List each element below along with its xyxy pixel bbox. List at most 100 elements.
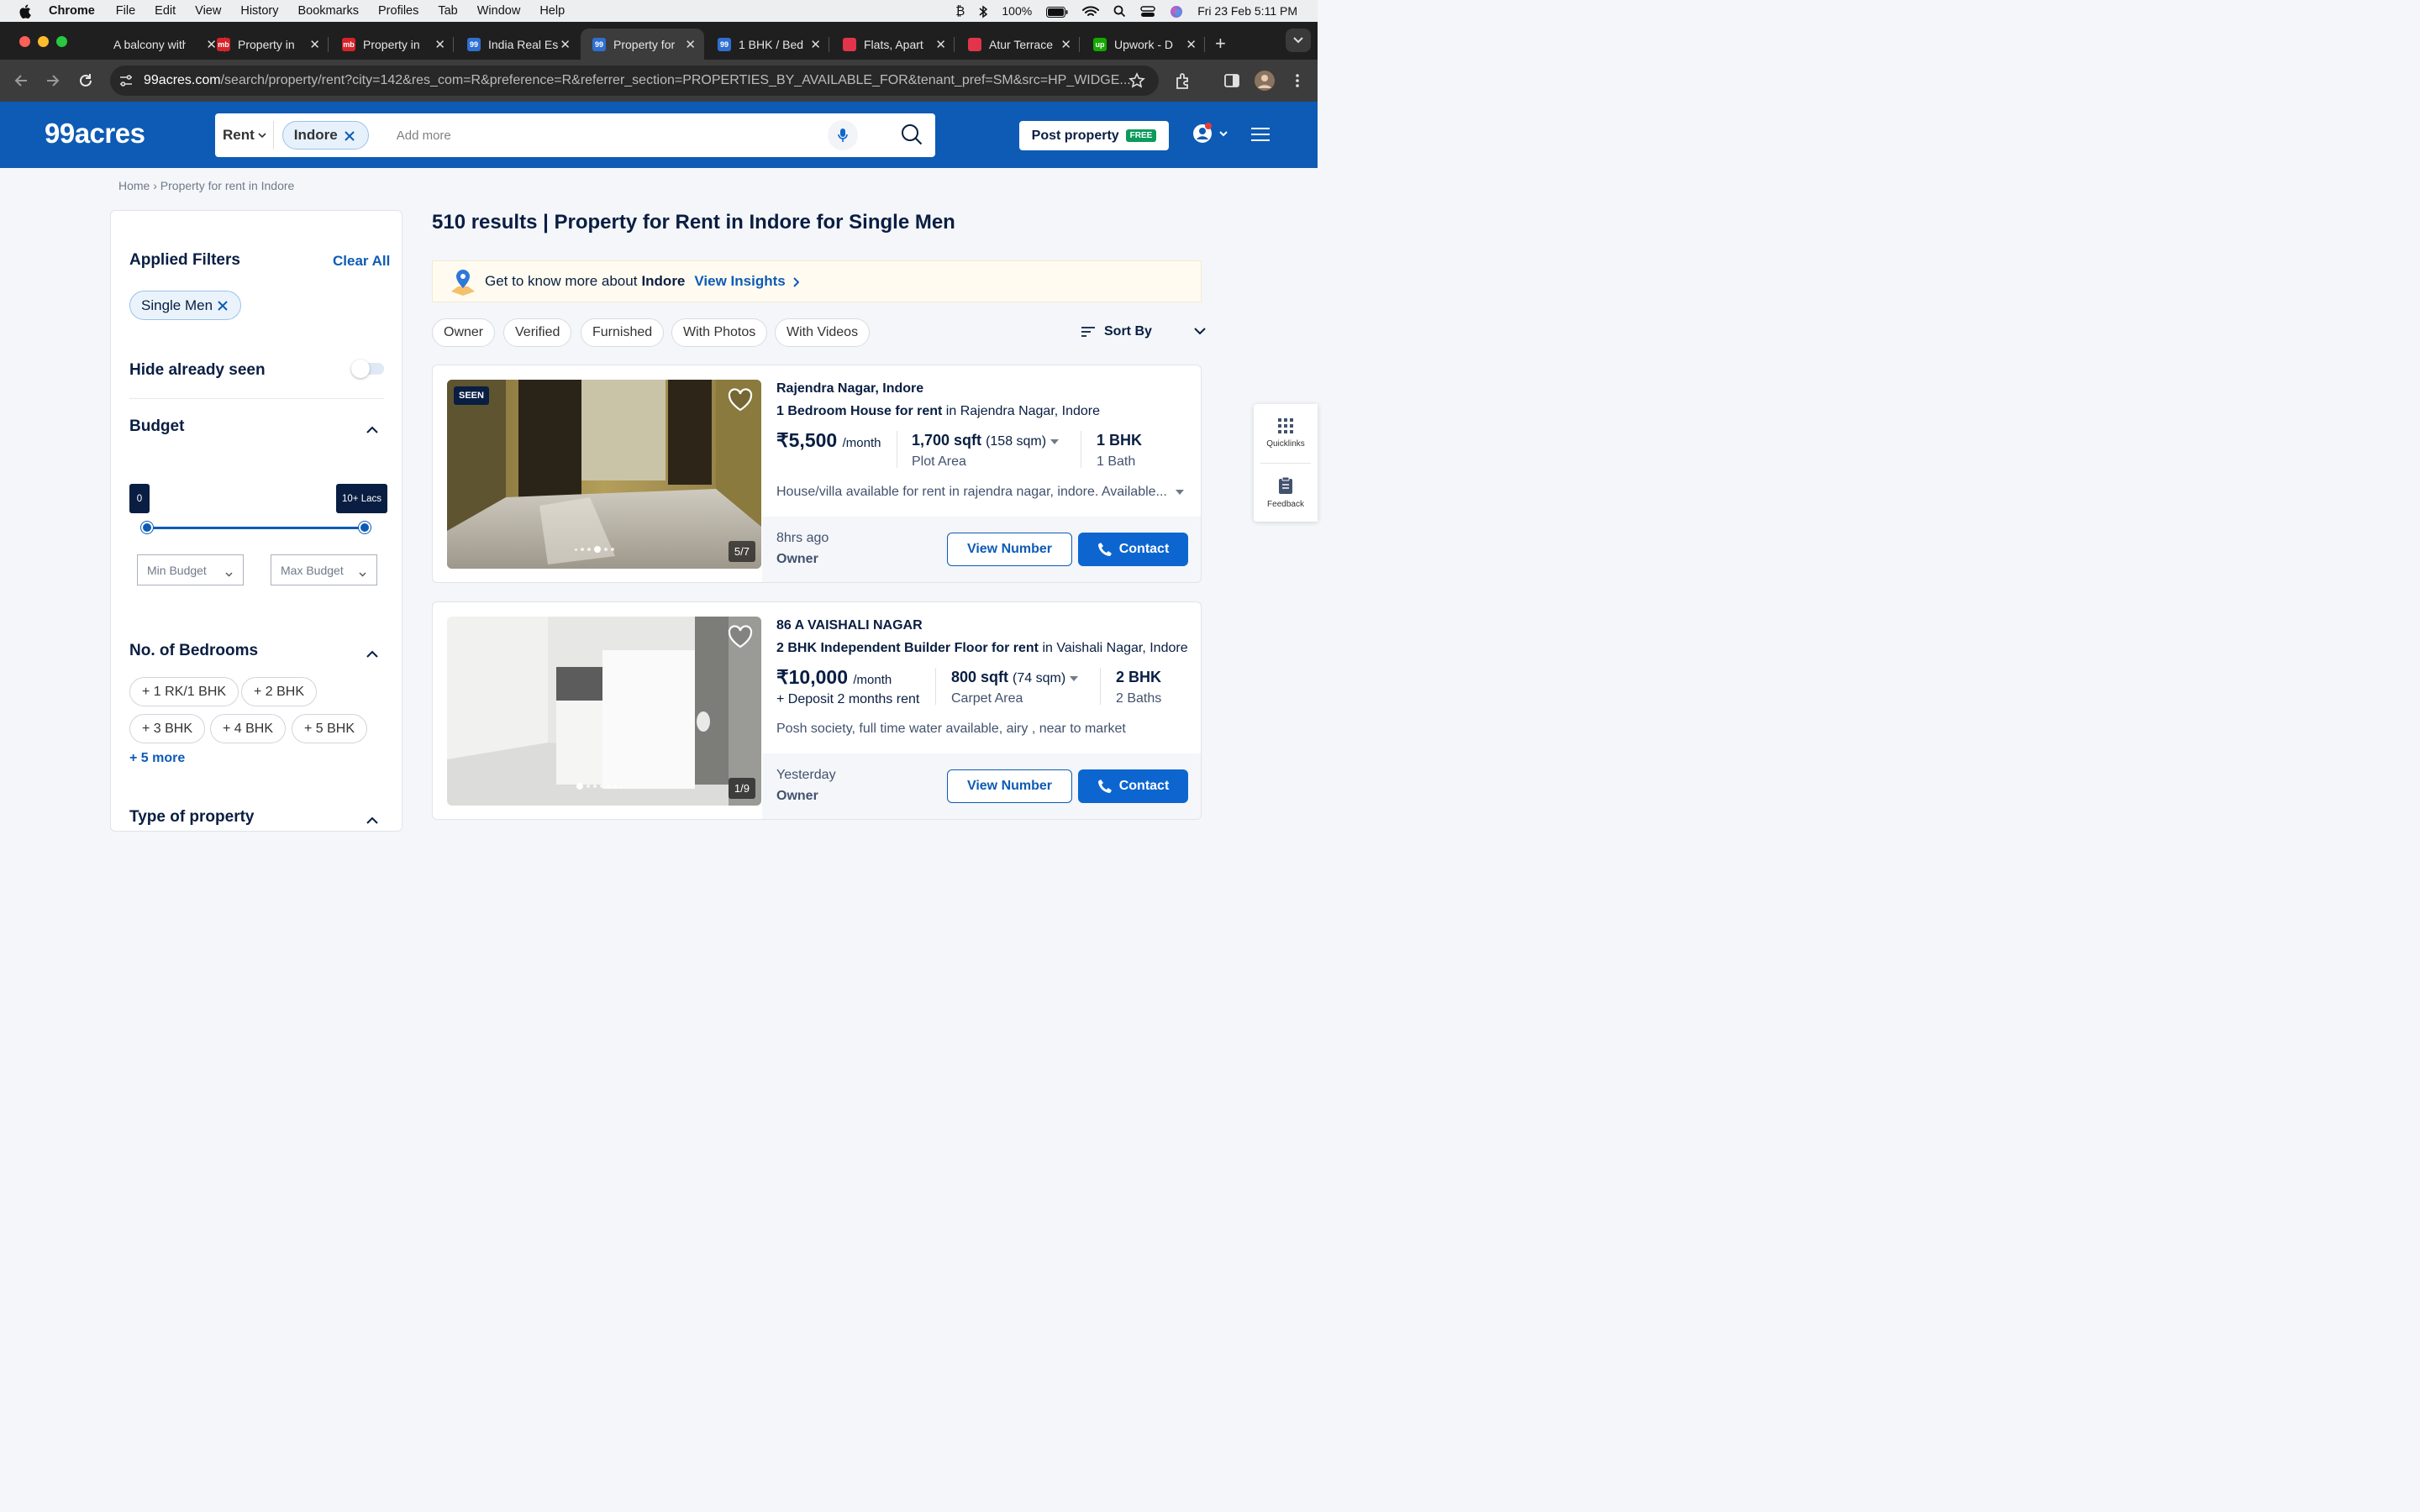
site-settings-icon[interactable] (118, 73, 134, 92)
tab-close-icon[interactable]: ✕ (1060, 37, 1071, 52)
browser-tab[interactable]: mb Property in ✕ (330, 29, 454, 60)
menu-help[interactable]: Help (539, 4, 565, 18)
chevron-right-icon[interactable] (793, 273, 799, 290)
caret-down-icon[interactable] (1070, 671, 1079, 685)
extensions-icon[interactable] (1174, 72, 1192, 95)
microphone-icon[interactable] (828, 120, 858, 150)
menu-tab[interactable]: Tab (438, 4, 457, 18)
chevron-up-icon[interactable] (366, 423, 378, 438)
more-bedrooms-link[interactable]: + 5 more (129, 751, 185, 766)
listing-photo[interactable]: 1/9 (447, 617, 761, 806)
clock-datetime[interactable]: Fri 23 Feb 5:11 PM (1197, 4, 1297, 18)
close-window-button[interactable] (19, 36, 30, 47)
quick-filter-owner[interactable]: Owner (432, 318, 496, 347)
caret-down-icon[interactable] (1050, 434, 1060, 449)
listing-photo[interactable]: SEEN 5/7 (447, 380, 761, 569)
listing-card[interactable]: 1/9 86 A VAISHALI NAGAR 2 BHK Independen… (432, 601, 1202, 820)
view-number-button[interactable]: View Number (947, 533, 1072, 566)
control-center-icon[interactable] (1140, 4, 1155, 18)
back-arrow-icon[interactable] (13, 72, 29, 93)
heart-icon[interactable] (728, 625, 753, 653)
bedroom-option-1rk[interactable]: + 1 RK/1 BHK (129, 677, 239, 706)
tab-close-icon[interactable]: ✕ (1186, 37, 1197, 52)
quick-filter-with-photos[interactable]: With Photos (671, 318, 768, 347)
minimize-window-button[interactable] (38, 36, 49, 47)
listing-card[interactable]: SEEN 5/7 Rajendra Nagar, Indore 1 Bedroo… (432, 365, 1202, 583)
browser-tab[interactable]: up Upwork - D ✕ (1081, 29, 1205, 60)
photo-pagination-dots[interactable] (575, 546, 614, 553)
tab-close-icon[interactable]: ✕ (560, 37, 571, 52)
add-more-input[interactable]: Add more (397, 129, 451, 143)
menu-edit[interactable]: Edit (155, 4, 176, 18)
chrome-menu-icon[interactable] (1291, 72, 1304, 93)
feedback-button[interactable]: Feedback (1254, 476, 1318, 509)
reload-icon[interactable] (77, 72, 94, 93)
quick-filter-with-videos[interactable]: With Videos (775, 318, 871, 347)
search-icon[interactable] (901, 123, 923, 150)
tab-close-icon[interactable]: ✕ (309, 37, 320, 52)
tab-close-icon[interactable]: ✕ (685, 37, 696, 52)
menu-history[interactable]: History (240, 4, 278, 18)
max-budget-select[interactable]: Max Budget (271, 554, 377, 585)
listing-title[interactable]: 2 BHK Independent Builder Floor for rent… (776, 641, 1188, 656)
contact-button[interactable]: Contact (1078, 769, 1188, 803)
browser-tab[interactable]: Atur Terrace ✕ (956, 29, 1080, 60)
budget-slider-track[interactable] (147, 527, 365, 529)
bitcoin-icon[interactable]: ₿ (955, 4, 965, 18)
bedroom-option-2bhk[interactable]: + 2 BHK (241, 677, 318, 706)
hamburger-menu-icon[interactable] (1250, 127, 1270, 146)
forward-arrow-icon[interactable] (45, 72, 61, 93)
remove-filter-icon[interactable] (218, 297, 228, 314)
remove-city-icon[interactable] (345, 127, 355, 144)
zoom-window-button[interactable] (56, 36, 67, 47)
tab-close-icon[interactable]: ✕ (810, 37, 821, 52)
listing-description[interactable]: House/villa available for rent in rajend… (776, 485, 1185, 500)
listing-location[interactable]: Rajendra Nagar, Indore (776, 381, 923, 396)
menu-bookmarks[interactable]: Bookmarks (297, 4, 359, 18)
wifi-icon[interactable] (1082, 4, 1100, 18)
bookmark-star-icon[interactable] (1128, 72, 1145, 93)
menu-chrome[interactable]: Chrome (49, 4, 95, 18)
hide-seen-toggle[interactable] (351, 360, 384, 378)
browser-tab[interactable]: 99 India Real Es ✕ (455, 29, 579, 60)
tab-search-button[interactable] (1286, 29, 1311, 52)
bedroom-option-3bhk[interactable]: + 3 BHK (129, 714, 206, 743)
breadcrumb[interactable]: Home › Property for rent in Indore (118, 179, 294, 192)
menu-profiles[interactable]: Profiles (378, 4, 418, 18)
listing-description[interactable]: Posh society, full time water available,… (776, 722, 1126, 737)
listing-title[interactable]: 1 Bedroom House for rent in Rajendra Nag… (776, 404, 1100, 419)
new-tab-button[interactable]: + (1215, 33, 1226, 55)
budget-slider-min-handle[interactable] (141, 522, 153, 533)
menu-file[interactable]: File (116, 4, 135, 18)
browser-tab[interactable]: mb Property in ✕ (205, 29, 329, 60)
tab-close-icon[interactable]: ✕ (434, 37, 445, 52)
sort-by-dropdown[interactable]: Sort By (1081, 324, 1206, 339)
view-number-button[interactable]: View Number (947, 769, 1072, 803)
contact-button[interactable]: Contact (1078, 533, 1188, 566)
post-property-button[interactable]: Post property FREE (1019, 121, 1169, 150)
profile-avatar[interactable] (1255, 71, 1275, 95)
user-account-icon[interactable] (1192, 122, 1229, 151)
bedroom-option-5bhk[interactable]: + 5 BHK (292, 714, 368, 743)
heart-icon[interactable] (728, 388, 753, 416)
photo-pagination-dots[interactable] (576, 783, 623, 790)
address-bar[interactable]: 99acres.com/search/property/rent?city=14… (110, 66, 1159, 96)
bluetooth-icon[interactable] (979, 3, 988, 18)
chevron-up-icon[interactable] (366, 813, 378, 828)
rent-dropdown[interactable]: Rent (215, 121, 274, 150)
chevron-up-icon[interactable] (366, 647, 378, 662)
siri-icon[interactable] (1170, 3, 1183, 18)
spotlight-search-icon[interactable] (1113, 4, 1126, 18)
apple-icon[interactable] (0, 4, 49, 18)
quick-filter-verified[interactable]: Verified (503, 318, 572, 347)
view-insights-link[interactable]: View Insights (694, 273, 785, 290)
city-chip[interactable]: Indore (281, 121, 369, 150)
browser-tab[interactable]: 99 1 BHK / Bed ✕ (706, 29, 829, 60)
min-budget-select[interactable]: Min Budget (137, 554, 244, 585)
browser-tab[interactable]: Flats, Apart ✕ (831, 29, 955, 60)
quick-filter-furnished[interactable]: Furnished (581, 318, 665, 347)
site-logo[interactable]: 99acres (45, 118, 145, 150)
caret-down-icon[interactable] (1176, 485, 1185, 499)
battery-icon[interactable] (1046, 4, 1068, 18)
side-panel-icon[interactable] (1223, 72, 1240, 93)
